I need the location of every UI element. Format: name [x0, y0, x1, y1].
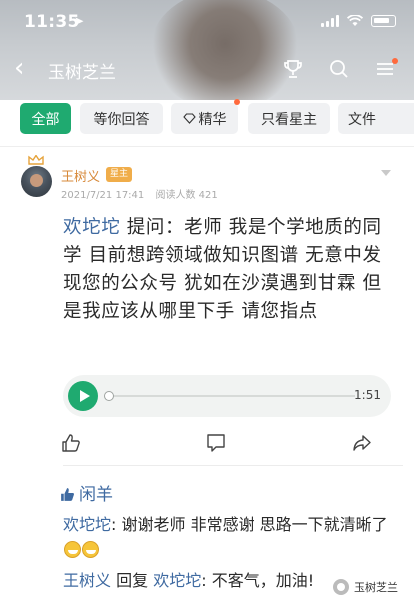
post-date: 2021/7/21 17:41	[61, 190, 145, 201]
comment-item: 欢坨坨: 谢谢老师 非常感谢 思路一下就清晰了	[63, 512, 393, 562]
filter-tabs: 全部 等你回答 精华 只看星主 文件	[0, 99, 414, 142]
comment-text: : 谢谢老师 非常感谢 思路一下就清晰了	[111, 515, 388, 534]
audio-progress-track[interactable]	[109, 395, 355, 397]
status-bar: 11:35 ➤	[0, 0, 414, 44]
divider	[0, 146, 414, 147]
tab-label: 只看星主	[261, 111, 317, 128]
group-title: 玉树芝兰	[48, 63, 116, 83]
question-text: 欢坨坨 提问：老师 我是个学地质的同学 目前想跨领域做知识图谱 无意中发现您的公…	[63, 214, 393, 326]
grin-emoji-icon	[64, 541, 81, 558]
tab-label: 全部	[31, 111, 60, 128]
status-time: 11:35	[24, 12, 80, 32]
notification-dot	[392, 58, 398, 64]
thumbs-up-icon	[61, 488, 74, 501]
status-icons	[321, 15, 396, 27]
battery-icon	[371, 15, 396, 27]
search-icon[interactable]	[328, 58, 350, 80]
author-name[interactable]: 王树义	[61, 166, 100, 185]
back-chevron-icon[interactable]: ‹	[14, 55, 24, 81]
post-meta: 2021/7/21 17:41 阅读人数 421	[61, 186, 226, 201]
tab-label: 文件	[348, 111, 376, 128]
comment-icon[interactable]	[206, 433, 226, 453]
grin-emoji-icon	[82, 541, 99, 558]
divider	[63, 465, 403, 466]
wechat-logo-icon	[333, 579, 349, 595]
read-count: 阅读人数 421	[155, 190, 218, 201]
chevron-down-icon[interactable]	[380, 168, 392, 178]
comment-text: : 不客气，加油!	[201, 571, 315, 590]
audio-duration: 1:51	[354, 388, 381, 402]
reply-target[interactable]: 欢坨坨	[153, 571, 201, 590]
tab-all[interactable]: 全部	[20, 103, 71, 134]
tab-featured[interactable]: 精华	[171, 99, 240, 134]
avatar[interactable]	[21, 166, 52, 197]
tab-awaiting-answer[interactable]: 等你回答	[80, 103, 163, 134]
wifi-icon	[347, 15, 363, 26]
audio-player: 1:51	[63, 375, 391, 417]
owner-badge: 星主	[106, 167, 133, 182]
audio-progress-knob[interactable]	[104, 391, 114, 401]
play-button[interactable]	[68, 381, 98, 411]
new-dot	[234, 99, 240, 105]
tab-files[interactable]: 文件	[338, 103, 414, 134]
diamond-icon	[182, 113, 196, 124]
liker-name[interactable]: 闲羊	[79, 485, 113, 505]
menu-icon[interactable]	[374, 58, 398, 80]
like-icon[interactable]	[61, 433, 81, 453]
tab-label: 精华	[198, 111, 227, 128]
navigation-bar: ‹ 玉树芝兰	[0, 52, 414, 88]
tab-owner-only[interactable]: 只看星主	[248, 103, 330, 134]
crown-icon	[28, 155, 44, 165]
tab-label: 等你回答	[93, 111, 150, 128]
blurred-header-background: 11:35 ➤ ‹ 玉树芝兰	[0, 0, 414, 100]
likes-row: 闲羊	[60, 480, 113, 505]
location-arrow-icon: ➤	[74, 14, 85, 28]
asker-name[interactable]: 欢坨坨	[63, 217, 120, 238]
question-prefix: 提问：	[120, 217, 185, 238]
share-icon[interactable]	[352, 433, 372, 453]
nav-actions	[282, 58, 398, 80]
commenter-name[interactable]: 欢坨坨	[63, 515, 111, 534]
commenter-name[interactable]: 王树义	[63, 571, 111, 590]
signal-icon	[321, 15, 339, 27]
reply-word: 回复	[111, 571, 154, 590]
trophy-icon[interactable]	[282, 58, 304, 80]
watermark-text: 玉树芝兰	[354, 581, 398, 594]
watermark: 玉树芝兰	[327, 574, 406, 600]
